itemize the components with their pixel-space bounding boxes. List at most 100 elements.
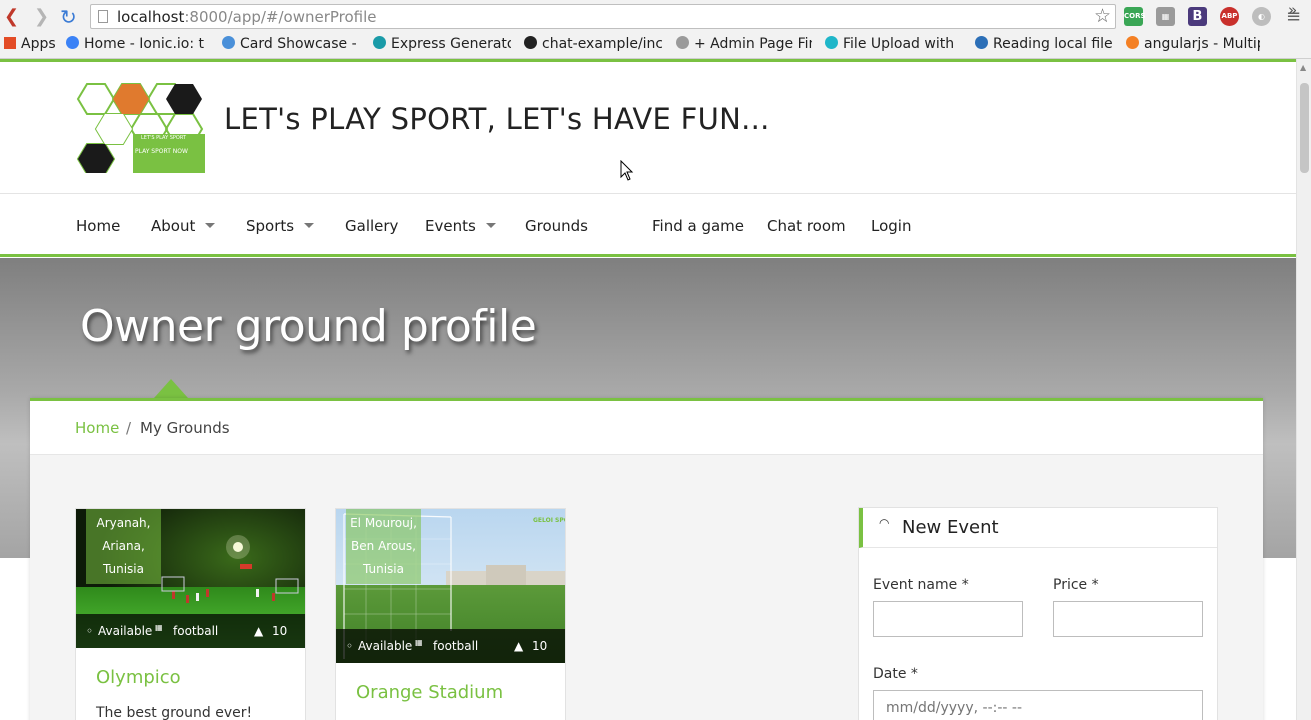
nav-item-label: Grounds — [525, 217, 588, 235]
site-title: LET's PLAY SPORT, LET's HAVE FUN... — [224, 102, 770, 136]
status-dot-icon: ◦ — [346, 639, 354, 653]
scroll-up-icon[interactable]: ▲ — [1300, 63, 1306, 72]
nav-item-label: Sports — [246, 217, 295, 235]
bookmark-favicon-icon — [66, 36, 79, 49]
ground-name[interactable]: Orange Stadium — [356, 682, 503, 703]
bookmark-favicon-icon — [4, 37, 16, 49]
bookmark-favicon-icon — [524, 36, 537, 49]
bookmark-item[interactable]: angularjs - Multip — [1126, 36, 1260, 52]
bookmark-star-icon[interactable]: ☆ — [1094, 5, 1111, 27]
cors-extension-icon[interactable]: CORS — [1124, 7, 1146, 26]
bookmark-item[interactable]: Home - Ionic.io: t — [66, 36, 209, 52]
ground-capacity: 10 — [272, 624, 288, 638]
nav-item-label: About — [151, 217, 196, 235]
event-icon: ◠ — [879, 516, 890, 530]
page-title: Owner ground profile — [80, 301, 537, 352]
event-name-label: Event name * — [873, 577, 969, 593]
svg-text:LET'S PLAY SPORT: LET'S PLAY SPORT — [141, 135, 187, 141]
event-name-input[interactable] — [873, 601, 1023, 637]
bookmark-label: Card Showcase - I — [240, 36, 360, 52]
ground-sport: football — [433, 639, 479, 653]
calendar-icon: ▦ — [415, 638, 423, 647]
scroll-thumb[interactable] — [1300, 83, 1309, 173]
date-label: Date * — [873, 666, 918, 682]
bookmark-item[interactable]: Reading local file — [975, 36, 1113, 52]
bookmark-label: File Upload with — [843, 36, 955, 52]
ground-name[interactable]: Olympico — [96, 667, 181, 688]
nav-item-gallery[interactable]: Gallery — [345, 217, 398, 235]
calendar-icon: ▦ — [155, 623, 163, 632]
address-bar[interactable]: localhost:8000/app/#/ownerProfile ☆ — [90, 4, 1116, 29]
site-logo[interactable]: LET'S PLAY SPORT PLAY SPORT NOW — [75, 82, 205, 173]
bookmark-label: Home - Ionic.io: t — [84, 36, 205, 52]
forward-icon[interactable]: ❯ — [34, 6, 49, 28]
nav-item-events[interactable]: Events — [425, 217, 496, 235]
nav-item-label: Login — [871, 217, 912, 235]
bookmark-item[interactable]: File Upload with — [825, 36, 962, 52]
puzzle-extension-icon[interactable]: ▦ — [1156, 7, 1175, 26]
mouse-cursor-icon — [620, 160, 634, 181]
nav-item-chat-room[interactable]: Chat room — [767, 217, 846, 235]
ground-card-orange-stadium[interactable]: GELOI SPORT El Mourouj, Ben Arous, Tunisia… — [335, 508, 566, 720]
url-text: localhost:8000/app/#/ownerProfile — [117, 8, 377, 26]
nav-item-label: Chat room — [767, 217, 846, 235]
reload-icon[interactable]: ↻ — [60, 6, 77, 28]
status-dot-icon: ◦ — [86, 624, 94, 638]
nav-item-about[interactable]: About — [151, 217, 216, 235]
ground-address: Aryanah, Ariana, Tunisia — [86, 509, 161, 584]
breadcrumb-current: My Grounds — [140, 419, 230, 437]
bookmarks-more-icon[interactable]: » — [1288, 1, 1297, 19]
bookmark-item[interactable]: Express Generato — [373, 36, 511, 52]
address-line: Ariana, — [102, 539, 145, 553]
bookmark-label: angularjs - Multip — [1144, 36, 1260, 52]
bookmark-favicon-icon — [676, 36, 689, 49]
breadcrumb-home-link[interactable]: Home — [75, 419, 119, 437]
bootstrap-extension-icon[interactable]: B — [1188, 7, 1207, 26]
new-event-title: New Event — [902, 517, 999, 538]
price-label: Price * — [1053, 577, 1099, 593]
bookmark-item[interactable]: chat-example/inc — [524, 36, 662, 52]
date-input[interactable] — [873, 690, 1203, 720]
ground-capacity: 10 — [532, 639, 548, 653]
address-line: Aryanah, — [96, 516, 151, 530]
nav-item-sports[interactable]: Sports — [246, 217, 315, 235]
ghostery-extension-icon[interactable]: ◐ — [1252, 7, 1271, 26]
bookmark-label: Apps — [21, 36, 56, 52]
address-line: Tunisia — [103, 562, 144, 576]
ground-card-olympico[interactable]: Aryanah, Ariana, Tunisia ◦ Available ▦ foo… — [75, 508, 306, 720]
adblock-extension-icon[interactable]: ABP — [1220, 7, 1239, 26]
bookmark-item[interactable]: Apps — [4, 36, 60, 52]
ground-address: El Mourouj, Ben Arous, Tunisia — [346, 509, 421, 584]
page-scrollbar[interactable]: ▲ — [1296, 59, 1311, 720]
bookmark-item[interactable]: + Admin Page Fin — [676, 36, 812, 52]
breadcrumb: Home / My Grounds — [30, 401, 1263, 455]
back-icon[interactable]: ❮ — [4, 6, 19, 28]
caret-down-icon — [485, 223, 496, 228]
nav-item-label: Home — [76, 217, 121, 235]
top-accent-bar — [0, 59, 1296, 62]
nav-item-login[interactable]: Login — [871, 217, 911, 235]
browser-chrome: ❮ ❯ ↻ localhost:8000/app/#/ownerProfile … — [0, 0, 1311, 59]
ground-image[interactable]: GELOI SPORT El Mourouj, Ben Arous, Tunisia… — [336, 509, 565, 663]
nav-item-find-a-game[interactable]: Find a game — [652, 217, 744, 235]
bookmark-favicon-icon — [825, 36, 838, 49]
nav-item-grounds[interactable]: Grounds — [525, 217, 588, 235]
ground-info-bar: ◦ Available ▦ football ▲ 10 — [76, 614, 305, 648]
ground-status: Available — [98, 624, 153, 638]
bookmark-label: + Admin Page Fin — [694, 36, 812, 52]
nav-item-home[interactable]: Home — [76, 217, 120, 235]
page-icon — [98, 10, 108, 23]
hero-pointer — [154, 379, 188, 398]
new-event-header: ◠ New Event — [859, 508, 1217, 548]
bookmark-item[interactable]: Card Showcase - I — [222, 36, 360, 52]
new-event-panel: ◠ New Event Event name * Price * Date * — [858, 507, 1218, 720]
bookmark-favicon-icon — [373, 36, 386, 49]
price-input[interactable] — [1053, 601, 1203, 637]
bookmark-favicon-icon — [222, 36, 235, 49]
people-icon: ▲ — [514, 639, 524, 653]
ground-image[interactable]: Aryanah, Ariana, Tunisia ◦ Available ▦ foo… — [76, 509, 305, 648]
ground-status: Available — [358, 639, 413, 653]
bookmark-favicon-icon — [1126, 36, 1139, 49]
ground-sport: football — [173, 624, 219, 638]
svg-text:PLAY SPORT NOW: PLAY SPORT NOW — [135, 148, 188, 155]
